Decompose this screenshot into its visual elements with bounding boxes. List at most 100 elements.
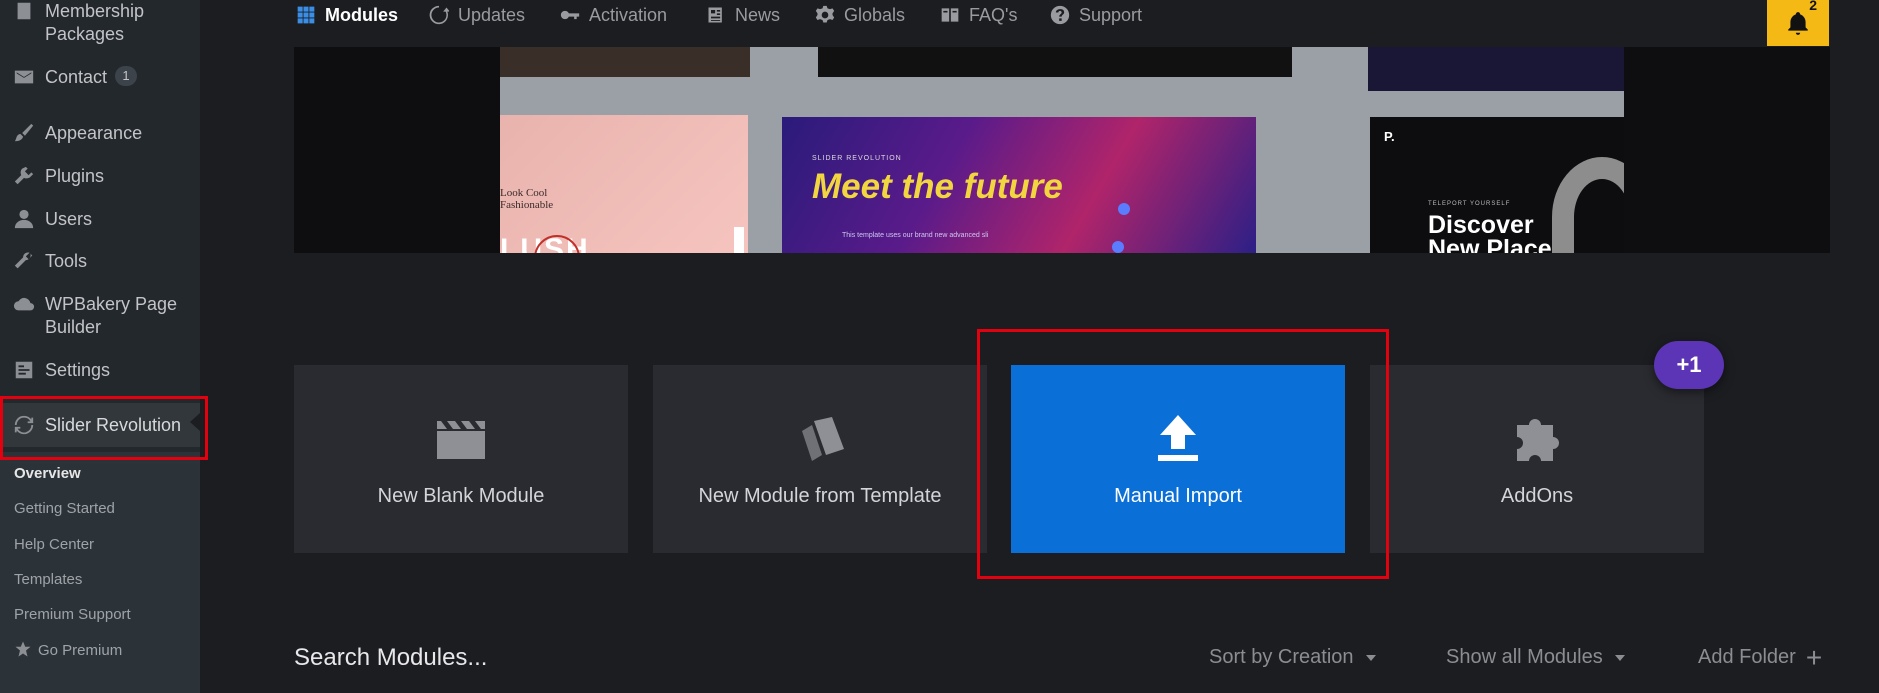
sidebar-item-label: Contact	[45, 67, 108, 87]
tab-faqs[interactable]: FAQ's	[940, 3, 1017, 27]
wrench-icon	[12, 250, 36, 272]
card-label: New Blank Module	[377, 484, 545, 507]
plugin-icon	[12, 165, 36, 187]
chevron-down-icon	[1614, 654, 1625, 661]
card-label: AddOns	[1500, 484, 1574, 507]
tab-label: Support	[1079, 4, 1143, 25]
preview-discover-heading1: Discover	[1428, 211, 1534, 239]
clapperboard-sparkle-icon	[433, 411, 489, 467]
highlight-slider-revolution	[0, 396, 208, 460]
preview-top-center	[818, 47, 1292, 77]
contact-count-badge: 1	[115, 66, 138, 86]
preview-fashion-line1: Look Cool	[500, 187, 548, 199]
sidebar-item-wpbakery[interactable]: WPBakery Page Builder	[0, 293, 200, 339]
preview-discover-small: TELEPORT YOURSELF	[1428, 201, 1511, 207]
preview-discover-arch	[1552, 157, 1624, 253]
sort-dropdown[interactable]: Sort by Creation	[1209, 646, 1376, 669]
sidebar-item-users[interactable]: Users	[0, 208, 200, 231]
membership-icon	[12, 0, 36, 22]
puzzle-icon	[1509, 411, 1565, 467]
settings-icon	[12, 359, 36, 381]
submenu-getting-started[interactable]: Getting Started	[14, 500, 115, 517]
preview-top-left	[500, 47, 750, 77]
top-navigation: Modules Updates Activation News Globals …	[200, 0, 1879, 47]
sort-dropdown-label: Sort by Creation	[1209, 646, 1354, 668]
tab-label: Globals	[844, 4, 906, 25]
preview-discover-logo: P.	[1384, 129, 1395, 144]
user-icon	[12, 208, 36, 230]
tab-label: Modules	[325, 4, 399, 25]
preview-future-dot	[1112, 241, 1124, 253]
preview-future-small: SLIDER REVOLUTION	[812, 155, 902, 162]
preview-future-dot	[1118, 203, 1130, 215]
template-cards-icon	[792, 411, 848, 467]
bell-icon	[1788, 12, 1808, 35]
refresh-icon	[429, 5, 449, 25]
sidebar-item-appearance[interactable]: Appearance	[0, 122, 200, 145]
submenu-overview[interactable]: Overview	[14, 465, 81, 482]
preview-fashion: Look Cool Fashionable LUSH	[500, 115, 748, 253]
sidebar-item-membership[interactable]: Membership Packages	[0, 0, 200, 46]
search-modules-title[interactable]: Search Modules...	[294, 644, 487, 672]
hero-showcase: Look Cool Fashionable LUSH SLIDER REVOLU…	[294, 47, 1830, 253]
preview-meet-the-future: SLIDER REVOLUTION Meet the future This t…	[782, 117, 1256, 253]
card-label: New Module from Template	[698, 484, 942, 507]
preview-discover-heading2: New Places	[1428, 235, 1566, 254]
sidebar-item-label: Membership Packages	[45, 1, 145, 44]
mail-icon	[12, 66, 36, 88]
tab-label: Activation	[589, 4, 668, 25]
tab-news[interactable]: News	[706, 3, 780, 27]
notification-count: 2	[1809, 0, 1817, 13]
new-module-from-template-card[interactable]: New Module from Template	[653, 365, 987, 553]
tab-updates[interactable]: Updates	[429, 3, 525, 27]
preview-future-body: This template uses our brand new advance…	[842, 232, 989, 239]
tab-globals[interactable]: Globals	[815, 3, 905, 27]
preview-future-heading: Meet the future	[812, 167, 1063, 206]
show-modules-label: Show all Modules	[1446, 646, 1603, 668]
highlight-manual-import	[977, 329, 1389, 579]
preview-discover: P. TELEPORT YOURSELF Discover New Places	[1370, 117, 1624, 253]
sidebar-item-label: Tools	[45, 251, 88, 271]
sidebar-item-settings[interactable]: Settings	[0, 359, 200, 382]
submenu-premium-support[interactable]: Premium Support	[14, 606, 131, 623]
brush-icon	[12, 122, 36, 144]
cloud-icon	[12, 293, 36, 315]
sidebar-item-tools[interactable]: Tools	[0, 250, 200, 273]
sidebar-item-contact[interactable]: Contact 1	[0, 66, 200, 89]
key-icon	[560, 10, 580, 20]
preview-fashion-line2: Fashionable	[500, 199, 554, 211]
add-folder-button[interactable]: Add Folder +	[1698, 641, 1823, 673]
gear-icon	[815, 5, 835, 23]
addons-count-badge[interactable]: +1	[1654, 341, 1724, 389]
submenu-go-premium-label: Go Premium	[38, 642, 123, 659]
show-modules-dropdown[interactable]: Show all Modules	[1446, 646, 1625, 669]
tab-modules[interactable]: Modules	[296, 3, 398, 27]
template-preview-collage: Look Cool Fashionable LUSH SLIDER REVOLU…	[500, 47, 1624, 253]
sidebar-item-label: Plugins	[45, 166, 105, 186]
sidebar-item-label: WPBakery Page Builder	[45, 294, 178, 337]
sidebar-item-plugins[interactable]: Plugins	[0, 165, 200, 188]
new-blank-module-card[interactable]: New Blank Module	[294, 365, 628, 553]
submenu-templates[interactable]: Templates	[14, 571, 82, 588]
newspaper-icon	[708, 7, 722, 23]
notifications-button[interactable]: 2	[1767, 0, 1829, 46]
tab-support[interactable]: Support	[1050, 3, 1142, 27]
sidebar-item-label: Appearance	[45, 123, 143, 143]
grid-icon	[297, 6, 315, 24]
tab-activation[interactable]: Activation	[560, 3, 667, 27]
submenu-go-premium[interactable]: Go Premium	[14, 640, 122, 659]
plus-icon: +	[1805, 641, 1823, 673]
addons-card[interactable]: AddOns	[1370, 365, 1704, 553]
add-folder-label: Add Folder	[1698, 646, 1796, 668]
sidebar-item-label: Users	[45, 209, 93, 229]
slider-revolution-submenu: Overview Getting Started Help Center Tem…	[0, 452, 200, 693]
tab-label: News	[735, 4, 781, 25]
tab-label: FAQ's	[969, 4, 1018, 25]
submenu-help-center[interactable]: Help Center	[14, 536, 94, 553]
preview-fashion-tab	[734, 227, 744, 253]
tab-label: Updates	[458, 4, 526, 25]
chevron-down-icon	[1365, 654, 1376, 661]
sidebar-item-label: Settings	[45, 360, 111, 380]
book-icon	[941, 8, 959, 22]
star-icon	[14, 640, 32, 658]
